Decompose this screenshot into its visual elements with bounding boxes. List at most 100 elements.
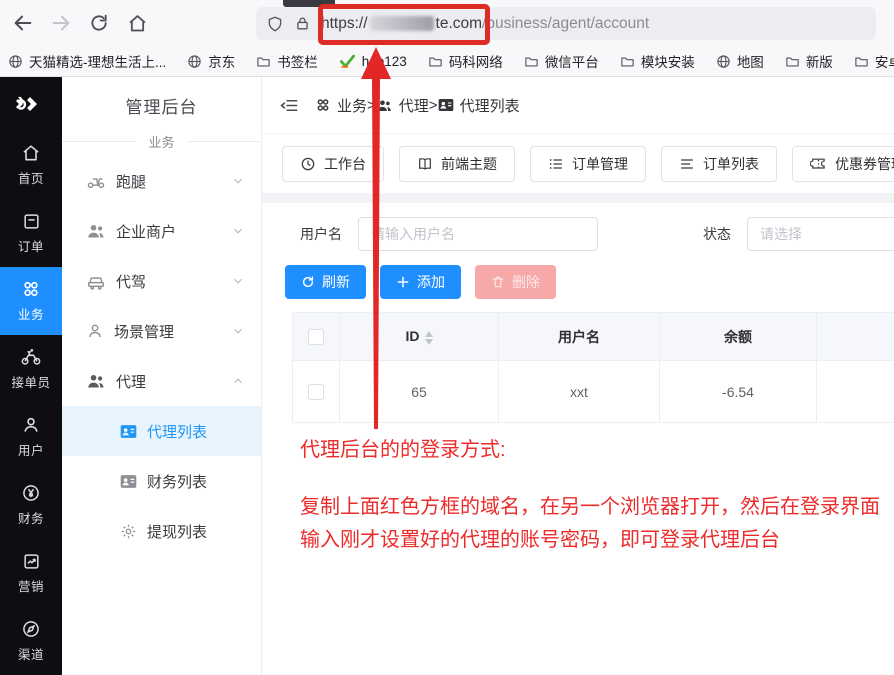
forward-icon[interactable] [46,8,76,38]
folder-icon [428,54,443,69]
bookmark-make[interactable]: 码科网络 [428,51,503,71]
trash-icon [491,275,505,289]
people-icon [86,222,106,240]
sidebar-item-errand[interactable]: 跑腿 [62,156,261,206]
business-grid-icon [21,279,41,299]
bookmark-label: 天猫精选-理想生活上... [29,51,166,71]
ticket-icon [810,156,827,172]
sidebar-subitem-withdraw-list[interactable]: 提现列表 [62,506,261,556]
sidebar-item-scene-management[interactable]: 场景管理 [62,306,261,356]
bookmark-wechat-platform[interactable]: 微信平台 [524,51,599,71]
rail-item-couriers[interactable]: 接单员 [0,335,62,403]
url-domain: te.com [436,15,483,33]
folder-icon [854,54,869,69]
cell-username: xxt [499,361,660,423]
shield-icon[interactable] [266,15,284,33]
coupon-management-button[interactable]: 优惠券管理 [792,146,894,182]
rail-item-orders[interactable]: 订单 [0,199,62,267]
screen: https://te.com/business/agent/account 天猫… [0,0,894,675]
rail-item-label: 用户 [18,440,44,459]
rail-item-channels[interactable]: 渠道 [0,607,62,675]
agent-table: ID 用户名 余额 代理 65 xxt -6.54 西乡塘 [292,312,894,423]
rail-item-users[interactable]: 用户 [0,403,62,471]
bookmark-label: 微信平台 [545,51,599,71]
bookmark-module-install[interactable]: 模块安装 [620,51,695,71]
bookmark-hao123[interactable]: hao123 [339,54,407,69]
lock-icon[interactable] [294,15,311,32]
sidebar-subitem-finance-list[interactable]: 财务列表 [62,456,261,506]
bookmark-label: hao123 [362,54,407,69]
app-logo-icon[interactable] [0,77,62,131]
select-all-cell [293,313,340,361]
table-header-row: ID 用户名 余额 代理 [293,313,894,361]
rail-item-marketing[interactable]: 营销 [0,539,62,607]
cell-agent-area: 西乡塘 [817,361,894,423]
breadcrumb-business[interactable]: 业务 [315,95,367,116]
bookmarks-bar: 天猫精选-理想生活上... 京东 书签栏 hao123 码科网络 微信平台 [0,46,894,76]
table-actions: 刷新 添加 删除 [285,265,894,299]
sidebar-item-driving[interactable]: 代驾 [62,256,261,306]
url-bar[interactable]: https://te.com/business/agent/account [256,7,876,40]
status-select[interactable]: 请选择 [747,217,894,251]
rail-item-label: 接单员 [11,372,50,391]
username-input[interactable] [358,217,598,251]
column-header-id[interactable]: ID [340,313,499,361]
sidebar-item-label: 企业商户 [116,221,176,242]
browser-chrome: https://te.com/business/agent/account 天猫… [0,0,894,77]
bookmark-label: 安卓&IOS上架 [875,51,894,71]
primary-rail: 首页 订单 业务 接单员 用户 财务 [0,77,62,675]
frontend-theme-button[interactable]: 前端主题 [399,146,515,182]
bookmark-android-ios[interactable]: 安卓&IOS上架 [854,51,894,71]
home-icon[interactable] [122,8,152,38]
rail-item-business[interactable]: 业务 [0,267,62,335]
sidebar-title: 管理后台 [62,93,261,118]
annotation-body: 复制上面红色方框的域名，在另一个浏览器打开，然后在登录界面输入刚才设置好的代理的… [300,491,888,557]
bookmark-jd[interactable]: 京东 [187,51,235,71]
sort-icon[interactable] [425,331,433,345]
bookmark-new-version[interactable]: 新版 [785,51,833,71]
bookmark-tmall[interactable]: 天猫精选-理想生活上... [8,51,166,71]
breadcrumb-agent[interactable]: 代理 [376,95,429,116]
chevron-down-icon [231,174,245,188]
row-checkbox[interactable] [308,384,324,400]
back-icon[interactable] [8,8,38,38]
breadcrumb-separator: > [367,97,376,114]
sidebar-item-agent[interactable]: 代理 [62,356,261,406]
rail-item-home[interactable]: 首页 [0,131,62,199]
cell-id: 65 [340,361,499,423]
username-label: 用户名 [300,224,342,244]
workbench-button[interactable]: 工作台 [282,146,384,182]
rail-item-finance[interactable]: 财务 [0,471,62,539]
car-icon [86,272,106,290]
status-select-placeholder: 请选择 [760,224,802,244]
bookmark-label: 新版 [806,51,833,71]
filter-form: 用户名 状态 请选择 [262,217,894,251]
plus-icon [396,275,410,289]
collapse-sidebar-icon[interactable] [280,96,299,115]
sidebar-subitem-agent-list[interactable]: 代理列表 [62,406,261,456]
rail-item-label: 业务 [18,304,44,323]
sidebar-section-divider: 业务 [62,132,261,150]
globe-icon [716,54,731,69]
refresh-button[interactable]: 刷新 [285,265,366,299]
order-management-button[interactable]: 订单管理 [530,146,646,182]
breadcrumb-agent-list: 代理列表 [438,95,520,116]
bookmark-folder-shuqianlan[interactable]: 书签栏 [256,51,318,71]
sidebar-item-enterprise-merchant[interactable]: 企业商户 [62,206,261,256]
status-label: 状态 [703,224,731,244]
add-button[interactable]: 添加 [380,265,461,299]
delete-button[interactable]: 删除 [475,265,556,299]
select-all-checkbox[interactable] [308,329,324,345]
bookmark-label: 书签栏 [277,51,318,71]
main-content: 业务 > 代理 > 代理列表 工作台 [262,77,894,675]
channel-icon [21,619,41,639]
breadcrumb-label: 业务 [337,95,367,116]
id-card-icon [120,424,137,439]
bookmark-map[interactable]: 地图 [716,51,764,71]
user-icon [21,415,41,435]
cell-balance: -6.54 [660,361,817,423]
order-list-button[interactable]: 订单列表 [661,146,777,182]
chevron-down-icon [231,224,245,238]
button-label: 刷新 [322,272,350,292]
refresh-icon[interactable] [84,8,114,38]
